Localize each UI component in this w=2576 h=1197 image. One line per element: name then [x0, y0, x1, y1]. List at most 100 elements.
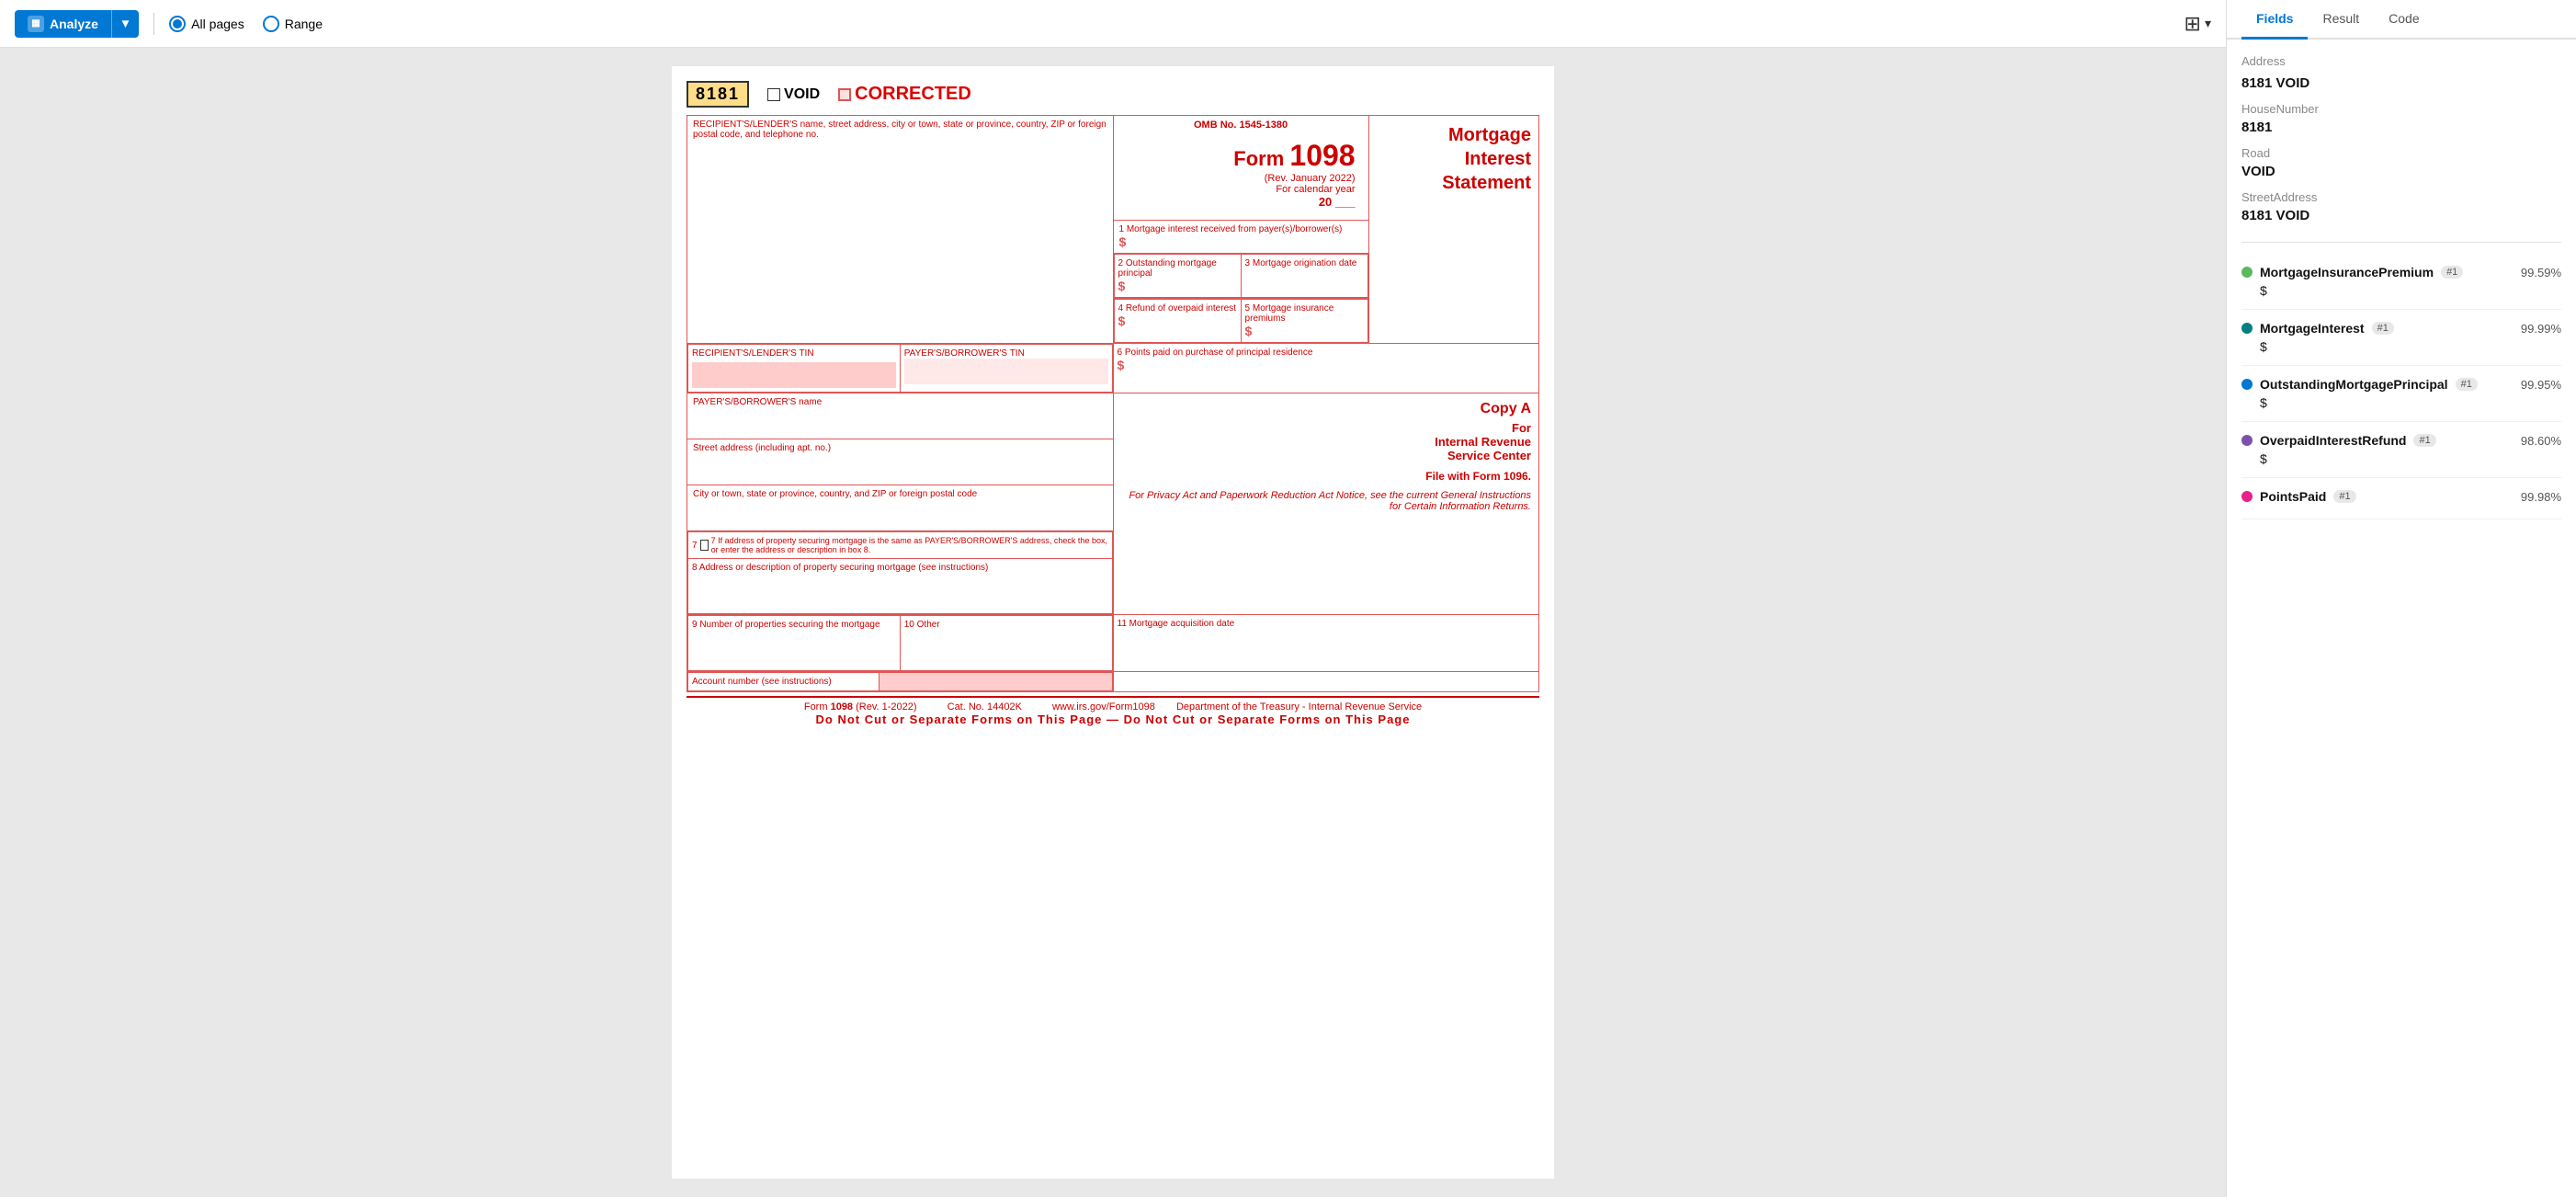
toolbar-divider: [153, 13, 154, 35]
all-pages-radio-circle: [169, 16, 186, 32]
all-pages-label: All pages: [191, 17, 244, 31]
field-item-header-overpaid: OverpaidInterestRefund #1 98.60%: [2241, 433, 2561, 448]
badge-mortgage-insurance: #1: [2441, 266, 2463, 279]
box10-label: 10 Other: [904, 620, 1108, 630]
box7-checkbox[interactable]: [700, 540, 709, 551]
tin-table: RECIPIENT'S/LENDER'S TIN PAYER'S/BORROWE…: [687, 344, 1113, 393]
form-row-account: Account number (see instructions): [687, 672, 1539, 692]
document-panel: ▦ Analyze ▼ All pages Range ⊞ ▾: [0, 0, 2227, 1197]
boxes-2-3-table: 2 Outstanding mortgage principal $ 3 Mor…: [1114, 254, 1368, 298]
box3-label: 3 Mortgage origination date: [1245, 258, 1364, 268]
box10-input: [904, 630, 1108, 667]
corrected-box: CORRECTED: [838, 84, 971, 105]
range-radio[interactable]: Range: [263, 16, 323, 32]
field-items-list: MortgageInsurancePremium #1 99.59% $ Mor…: [2241, 254, 2561, 519]
street-address-label: StreetAddress: [2241, 190, 2561, 204]
privacy-notice: For Privacy Act and Paperwork Reduction …: [1121, 490, 1532, 512]
field-item-outstanding-principal: OutstandingMortgagePrincipal #1 99.95% $: [2241, 366, 2561, 422]
box8-inner-cell: 8 Address or description of property sec…: [688, 559, 1113, 614]
dot-points: [2241, 491, 2253, 502]
confidence-mortgage-interest: 99.99%: [2521, 322, 2561, 336]
field-name-row-outstanding: OutstandingMortgagePrincipal #1: [2241, 377, 2478, 392]
calendar-year-label: For calendar year: [1127, 184, 1356, 195]
field-item-points-paid: PointsPaid #1 99.98%: [2241, 478, 2561, 519]
page-selection-group: All pages Range: [169, 16, 323, 32]
box5-dollar: $: [1245, 324, 1364, 338]
payer-name-label: PAYER'S/BORROWER'S name: [693, 397, 1107, 407]
form-title: Form 1098: [1127, 138, 1356, 173]
recipient-tin-label: RECIPIENT'S/LENDER'S TIN: [692, 348, 896, 359]
box1-cell: 1 Mortgage interest received from payer(…: [1113, 221, 1368, 254]
box7-inner-cell: 7 7 If address of property securing mort…: [688, 532, 1113, 559]
corrected-checkbox[interactable]: [838, 88, 851, 101]
recipient-info-cell: RECIPIENT'S/LENDER'S name, street addres…: [687, 116, 1114, 344]
account-table: Account number (see instructions): [687, 672, 1113, 691]
mortgage-title-cell: Mortgage Interest Statement: [1368, 116, 1538, 344]
road-value: VOID: [2241, 164, 2561, 179]
layers-icon: ⊞: [2184, 12, 2201, 36]
payer-tin-input: [904, 359, 1108, 384]
form-title-cell: Form 1098 (Rev. January 2022) For calend…: [1119, 131, 1363, 216]
copy-a-text: Copy A: [1121, 401, 1532, 417]
footer-url: www.irs.gov/Form1098: [1052, 701, 1155, 712]
layers-chevron: ▾: [2205, 16, 2211, 31]
range-radio-circle: [263, 16, 279, 32]
form-row-payername: PAYER'S/BORROWER'S name Copy A For Inter…: [687, 393, 1539, 439]
boxes-9-10-cell: 9 Number of properties securing the mort…: [687, 615, 1114, 672]
for-irs-text: For Internal Revenue Service Center: [1121, 421, 1532, 462]
chevron-down-icon: ▼: [119, 17, 131, 30]
analyze-button-group[interactable]: ▦ Analyze ▼: [15, 10, 139, 38]
recipient-label: RECIPIENT'S/LENDER'S name, street addres…: [693, 120, 1107, 140]
street-input: [693, 453, 1107, 481]
badge-mortgage-interest: #1: [2372, 322, 2394, 335]
box1-label: 1 Mortgage interest received from payer(…: [1119, 224, 1363, 234]
box9-cell: 9 Number of properties securing the mort…: [688, 616, 901, 671]
field-item-header-mortgage-insurance: MortgageInsurancePremium #1 99.59%: [2241, 265, 2561, 279]
payer-tin-cell: PAYER'S/BORROWER'S TIN: [900, 345, 1112, 393]
confidence-overpaid: 98.60%: [2521, 434, 2561, 448]
form-main-table: RECIPIENT'S/LENDER'S name, street addres…: [687, 115, 1539, 692]
field-name-outstanding: OutstandingMortgagePrincipal: [2260, 377, 2448, 392]
range-label: Range: [285, 17, 323, 31]
account-value-cell: [879, 673, 1112, 691]
address-field-void: 8181 VOID: [2241, 75, 2561, 91]
omb-number: OMB No. 1545-1380: [1119, 120, 1363, 131]
recipient-tin-cell: RECIPIENT'S/LENDER'S TIN: [688, 345, 901, 393]
value-outstanding: $: [2241, 395, 2561, 410]
boxes-2-3-cell: 2 Outstanding mortgage principal $ 3 Mor…: [1113, 254, 1368, 299]
tab-fields[interactable]: Fields: [2241, 0, 2308, 40]
form-footer: Form 1098 (Rev. 1-2022) Cat. No. 14402K …: [687, 696, 1539, 726]
house-number-label: HouseNumber: [2241, 102, 2561, 116]
tab-code[interactable]: Code: [2374, 0, 2434, 40]
form-header: 8181 VOID CORRECTED: [687, 81, 1539, 108]
file-with-text: File with Form 1096.: [1121, 470, 1532, 483]
corrected-label: CORRECTED: [855, 84, 971, 105]
value-mortgage-interest: $: [2241, 339, 2561, 354]
badge-points: #1: [2333, 490, 2355, 503]
field-name-row-points: PointsPaid #1: [2241, 489, 2356, 504]
void-checkbox[interactable]: [767, 88, 780, 101]
all-pages-radio[interactable]: All pages: [169, 16, 244, 32]
form-row-tin: RECIPIENT'S/LENDER'S TIN PAYER'S/BORROWE…: [687, 344, 1539, 393]
account-label-cell: Account number (see instructions): [688, 673, 879, 691]
analyze-dropdown-button[interactable]: ▼: [111, 10, 139, 38]
box6-label: 6 Points paid on purchase of principal r…: [1118, 348, 1536, 358]
tab-result[interactable]: Result: [2308, 0, 2374, 40]
box4-cell: 4 Refund of overpaid interest $: [1114, 300, 1241, 343]
field-name-row-mortgage-interest: MortgageInterest #1: [2241, 321, 2394, 336]
box2-label: 2 Outstanding mortgage principal: [1118, 258, 1237, 279]
omb-cell: OMB No. 1545-1380 Form 1098 (Rev. Januar…: [1113, 116, 1368, 221]
analyze-icon: ▦: [28, 16, 44, 32]
confidence-outstanding: 99.95%: [2521, 378, 2561, 392]
field-name-row-mortgage-insurance: MortgageInsurancePremium #1: [2241, 265, 2463, 279]
field-name-row-overpaid: OverpaidInterestRefund #1: [2241, 433, 2436, 448]
account-extra-cell: [1113, 672, 1539, 692]
address-section: Address 8181 VOID HouseNumber 8181 Road …: [2241, 54, 2561, 223]
boxes-9-10-table: 9 Number of properties securing the mort…: [687, 615, 1113, 671]
rev-date: (Rev. January 2022): [1127, 173, 1356, 184]
field-item-mortgage-insurance: MortgageInsurancePremium #1 99.59% $: [2241, 254, 2561, 310]
footer-line1: Form 1098 (Rev. 1-2022) Cat. No. 14402K …: [687, 701, 1539, 712]
analyze-button[interactable]: ▦ Analyze: [15, 10, 111, 38]
void-box: VOID: [767, 86, 820, 103]
layers-button[interactable]: ⊞ ▾: [2184, 12, 2211, 36]
